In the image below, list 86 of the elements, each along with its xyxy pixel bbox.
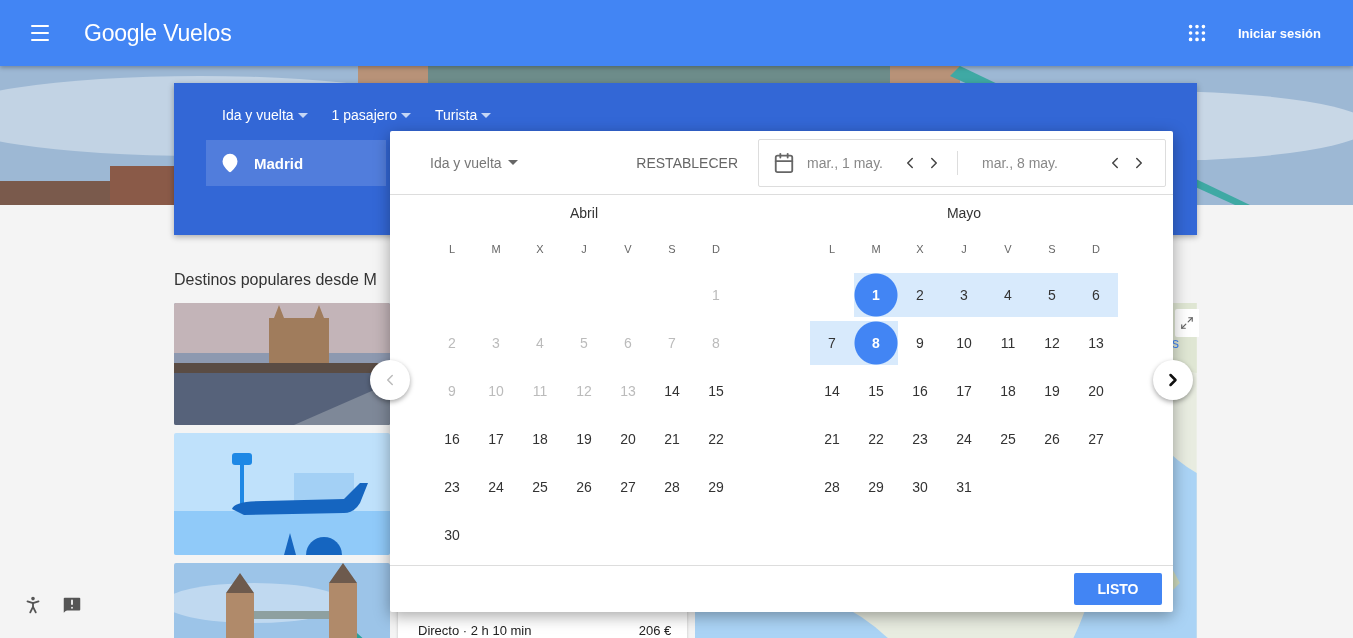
calendar-day[interactable]: 22 bbox=[854, 417, 898, 461]
weekday-label: L bbox=[447, 243, 457, 257]
caret-icon bbox=[297, 112, 308, 118]
weekday-label: V bbox=[623, 243, 633, 257]
caret-icon bbox=[481, 112, 492, 118]
calendar-day[interactable]: 25 bbox=[986, 417, 1030, 461]
calendar-day[interactable]: 24 bbox=[942, 417, 986, 461]
weekday-label: X bbox=[535, 243, 545, 257]
cabin-dropdown[interactable]: Turista bbox=[435, 105, 492, 125]
weekday-label: D bbox=[1091, 243, 1101, 257]
flight-price: 206 € bbox=[638, 623, 672, 638]
reset-button[interactable]: RESTABLECER bbox=[636, 154, 738, 171]
month-title: Abril bbox=[570, 205, 598, 221]
weekday-label: J bbox=[960, 243, 968, 257]
calendar-day[interactable]: 10 bbox=[942, 321, 986, 365]
passengers-dropdown[interactable]: 1 pasajero bbox=[331, 105, 411, 125]
calendar-day[interactable]: 5 bbox=[1030, 273, 1074, 317]
caret-icon bbox=[507, 160, 518, 165]
calendar-day[interactable]: 9 bbox=[898, 321, 942, 365]
calendar-day[interactable]: 19 bbox=[562, 417, 606, 461]
caret-icon bbox=[401, 112, 411, 118]
calendar-day[interactable]: 31 bbox=[942, 465, 986, 509]
calendar-day[interactable]: 27 bbox=[606, 465, 650, 509]
calendar-day[interactable]: 24 bbox=[474, 465, 518, 509]
weekday-label: X bbox=[915, 243, 925, 257]
calendar-day[interactable]: 21 bbox=[650, 417, 694, 461]
calendar-day[interactable]: 17 bbox=[942, 369, 986, 413]
calendar-day[interactable]: 1 bbox=[854, 273, 898, 317]
calendar-day[interactable]: 17 bbox=[474, 417, 518, 461]
calendar-day[interactable]: 20 bbox=[1074, 369, 1118, 413]
calendar-day[interactable]: 15 bbox=[854, 369, 898, 413]
weekday-label: S bbox=[1047, 243, 1057, 257]
calendar-day[interactable]: 18 bbox=[986, 369, 1030, 413]
calendar-day[interactable]: 14 bbox=[650, 369, 694, 413]
weekday-label: S bbox=[667, 243, 677, 257]
calendar-day[interactable]: 18 bbox=[518, 417, 562, 461]
calendar-day[interactable]: 27 bbox=[1074, 417, 1118, 461]
calendar-day[interactable]: 20 bbox=[606, 417, 650, 461]
calendar-day[interactable]: 30 bbox=[898, 465, 942, 509]
calendar-day[interactable]: 29 bbox=[694, 465, 738, 509]
done-button[interactable]: LISTO bbox=[1074, 573, 1162, 605]
calendar-day[interactable]: 30 bbox=[430, 513, 474, 557]
weekday-label: V bbox=[1003, 243, 1013, 257]
calendar-day[interactable]: 8 bbox=[854, 321, 898, 365]
calendar-day[interactable]: 22 bbox=[694, 417, 738, 461]
calendar-day[interactable]: 25 bbox=[518, 465, 562, 509]
calendar-day[interactable]: 26 bbox=[562, 465, 606, 509]
calendar-day[interactable]: 12 bbox=[1030, 321, 1074, 365]
calendar-day[interactable]: 4 bbox=[986, 273, 1030, 317]
section-heading: Destinos populares desde M bbox=[174, 271, 377, 290]
origin-field[interactable]: Madrid bbox=[206, 140, 386, 186]
calendar-day[interactable]: 19 bbox=[1030, 369, 1074, 413]
weekday-label: J bbox=[580, 243, 588, 257]
weekday-label: L bbox=[827, 243, 837, 257]
weekday-label: D bbox=[711, 243, 721, 257]
sign-in-button[interactable]: Iniciar sesión bbox=[1231, 19, 1327, 47]
calendar-day[interactable]: 7 bbox=[810, 321, 854, 365]
calendar-day[interactable]: 11 bbox=[986, 321, 1030, 365]
calendar-day[interactable]: 28 bbox=[650, 465, 694, 509]
calendar-day[interactable]: 15 bbox=[694, 369, 738, 413]
calendar-day[interactable]: 29 bbox=[854, 465, 898, 509]
expand-icon[interactable] bbox=[1175, 309, 1200, 337]
calendar-day[interactable]: 21 bbox=[810, 417, 854, 461]
calendar-day[interactable]: 16 bbox=[898, 369, 942, 413]
app-title: Google Vuelos bbox=[84, 19, 233, 47]
calendar-day[interactable]: 23 bbox=[430, 465, 474, 509]
calendar-day[interactable]: 23 bbox=[898, 417, 942, 461]
weekday-label: M bbox=[870, 243, 882, 257]
flight-duration: Directo · 2 h 10 min bbox=[418, 623, 532, 638]
calendar-day[interactable]: 3 bbox=[942, 273, 986, 317]
month-title: Mayo bbox=[946, 205, 982, 221]
trip-type-dropdown[interactable]: Ida y vuelta bbox=[222, 105, 308, 125]
weekday-label: M bbox=[490, 243, 502, 257]
return-date[interactable]: mar., 8 may. bbox=[982, 154, 1058, 171]
calendar-day[interactable]: 16 bbox=[430, 417, 474, 461]
calendar-day[interactable]: 13 bbox=[1074, 321, 1118, 365]
calendar-day[interactable]: 2 bbox=[898, 273, 942, 317]
departure-date[interactable]: mar., 1 may. bbox=[807, 154, 883, 171]
location-pin-icon bbox=[220, 153, 240, 173]
calendar-day[interactable]: 26 bbox=[1030, 417, 1074, 461]
calendar-day[interactable]: 28 bbox=[810, 465, 854, 509]
calendar-day[interactable]: 6 bbox=[1074, 273, 1118, 317]
trip-type-dropdown[interactable]: Ida y vuelta bbox=[430, 154, 518, 171]
feedback-icon[interactable] bbox=[61, 594, 83, 616]
calendar-icon bbox=[773, 151, 795, 174]
calendar-day[interactable]: 14 bbox=[810, 369, 854, 413]
